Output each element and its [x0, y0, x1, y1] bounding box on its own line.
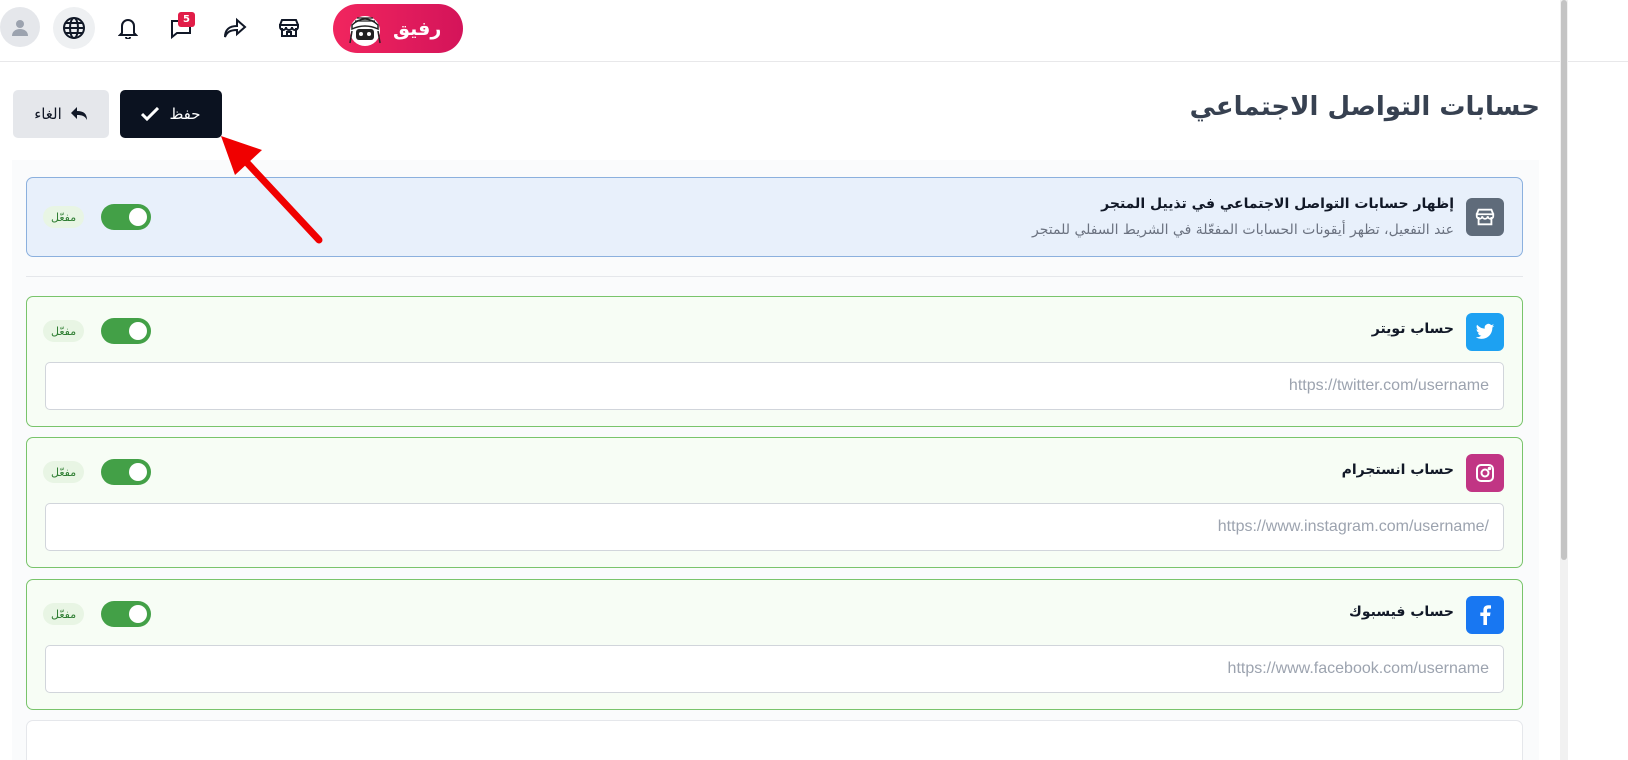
- user-icon: [12, 20, 28, 36]
- bell-icon: [118, 19, 138, 39]
- facebook-icon: [1480, 605, 1491, 625]
- share-button[interactable]: [215, 8, 255, 48]
- instagram-account-title: حساب انستجرام: [1341, 462, 1454, 478]
- store-icon-box: [1466, 198, 1504, 236]
- footer-status-badge: مفعّل: [43, 206, 85, 228]
- notifications-button[interactable]: [108, 8, 148, 48]
- twitter-status-badge: مفعّل: [43, 320, 85, 342]
- rafiq-mascot-icon: [349, 15, 381, 46]
- rafiq-assistant-button[interactable]: رفيق: [333, 4, 463, 53]
- twitter-icon-box: [1466, 313, 1504, 351]
- footer-toggle-title: إظهار حسابات التواصل الاجتماعي في تذييل …: [1101, 196, 1454, 212]
- facebook-status-badge: مفعّل: [43, 603, 85, 625]
- instagram-account-card: حساب انستجرام مفعّل: [26, 437, 1523, 568]
- cancel-button[interactable]: الغاء: [13, 90, 109, 138]
- instagram-toggle[interactable]: [101, 459, 151, 485]
- check-icon: [141, 107, 160, 121]
- top-bar: 5 رفيق: [0, 0, 1628, 62]
- instagram-status-badge: مفعّل: [43, 461, 85, 483]
- cancel-button-label: الغاء: [34, 105, 62, 123]
- section-divider: [26, 276, 1523, 277]
- globe-icon: [63, 17, 85, 39]
- instagram-icon: [1476, 464, 1494, 482]
- twitter-url-input[interactable]: [45, 362, 1504, 410]
- save-button-label: حفظ: [169, 105, 201, 123]
- reply-icon: [70, 107, 87, 120]
- notifications-count-badge: 5: [178, 12, 195, 27]
- facebook-icon-box: [1466, 596, 1504, 634]
- twitter-toggle[interactable]: [101, 318, 151, 344]
- annotation-arrow: [221, 136, 323, 244]
- language-button[interactable]: [53, 7, 95, 49]
- page-title: حسابات التواصل الاجتماعي: [1189, 92, 1540, 122]
- rafiq-label: رفيق: [393, 17, 442, 40]
- share-icon: [224, 17, 247, 38]
- store-icon: [1475, 208, 1495, 226]
- store-button[interactable]: [269, 8, 309, 48]
- footer-toggle-description: عند التفعيل، تظهر أيقونات الحسابات المفع…: [1032, 222, 1454, 238]
- instagram-url-input[interactable]: [45, 503, 1504, 551]
- facebook-url-input[interactable]: [45, 645, 1504, 693]
- twitter-account-title: حساب تويتر: [1371, 321, 1454, 337]
- scrollbar-thumb[interactable]: [1561, 0, 1567, 560]
- facebook-account-title: حساب فيسبوك: [1349, 604, 1454, 620]
- user-avatar[interactable]: [0, 7, 40, 47]
- next-account-card: [26, 720, 1523, 760]
- twitter-icon: [1475, 323, 1495, 339]
- save-button[interactable]: حفظ: [120, 90, 222, 138]
- instagram-icon-box: [1466, 454, 1504, 492]
- facebook-account-card: حساب فيسبوك مفعّل: [26, 579, 1523, 710]
- facebook-toggle[interactable]: [101, 601, 151, 627]
- store-icon: [279, 19, 299, 37]
- twitter-account-card: حساب تويتر مفعّل: [26, 296, 1523, 427]
- footer-social-toggle[interactable]: [101, 204, 151, 230]
